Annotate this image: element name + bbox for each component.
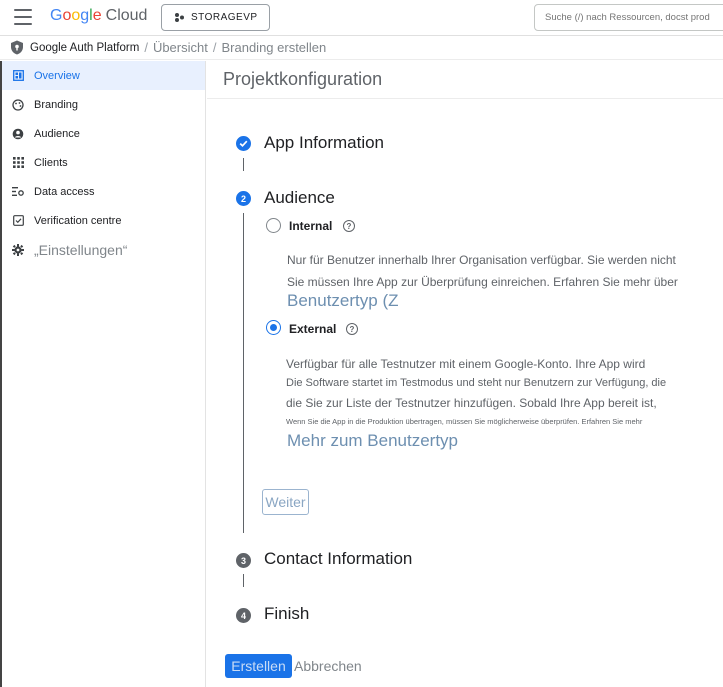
step-label-contact-information[interactable]: Contact Information xyxy=(264,549,412,569)
internal-description-line2: Sie müssen Ihre App zur Überprüfung einr… xyxy=(287,275,678,289)
breadcrumb-overview[interactable]: Übersicht xyxy=(153,40,208,55)
hamburger-menu-icon[interactable] xyxy=(14,9,32,25)
sidebar-item-audience[interactable]: Audience xyxy=(2,119,205,148)
project-icon xyxy=(175,13,184,22)
project-label: STORAGEVP xyxy=(191,12,258,23)
step-connector xyxy=(243,213,244,533)
data-access-icon xyxy=(12,186,24,198)
breadcrumb-root[interactable]: Google Auth Platform xyxy=(30,42,139,54)
sidebar-item-label: Clients xyxy=(34,156,68,169)
internal-description-line1: Nur für Benutzer innerhalb Ihrer Organis… xyxy=(287,253,676,267)
external-description-line3: die Sie zur Liste der Testnutzer hinzufü… xyxy=(286,396,657,410)
sidebar: Overview Branding Audience Clients Data … xyxy=(0,61,206,687)
sidebar-item-label: Branding xyxy=(34,98,79,111)
google-cloud-logo[interactable]: Google Cloud xyxy=(50,7,147,25)
step-label-audience[interactable]: Audience xyxy=(264,188,335,208)
step-number-4: 4 xyxy=(236,608,251,623)
breadcrumb-branding-create: Branding erstellen xyxy=(221,40,327,55)
sidebar-item-overview[interactable]: Overview xyxy=(2,61,205,90)
palette-icon xyxy=(12,98,24,111)
shield-icon xyxy=(11,40,23,55)
external-description-line2: Die Software startet im Testmodus und st… xyxy=(286,377,667,389)
next-button[interactable]: Weiter xyxy=(262,489,309,515)
sidebar-item-label: Verification centre xyxy=(34,214,122,227)
sidebar-item-label: Overview xyxy=(34,69,80,82)
breadcrumb: Google Auth Platform / Übersicht / Brand… xyxy=(0,36,723,60)
sidebar-item-clients[interactable]: Clients xyxy=(2,148,205,177)
cancel-button[interactable]: Abbrechen xyxy=(294,654,362,678)
step-label-finish[interactable]: Finish xyxy=(264,604,309,624)
step-number-3: 3 xyxy=(236,553,251,568)
breadcrumb-separator: / xyxy=(212,40,217,55)
sidebar-item-verification-centre[interactable]: Verification centre xyxy=(2,206,205,235)
divider xyxy=(207,98,723,99)
search-input[interactable] xyxy=(534,4,723,31)
project-picker-button[interactable]: STORAGEVP xyxy=(161,4,270,31)
sidebar-item-data-access[interactable]: Data access xyxy=(2,177,205,206)
step-connector xyxy=(243,158,244,171)
breadcrumb-separator: / xyxy=(144,40,148,55)
step-done-check-icon xyxy=(236,136,251,151)
page-title: Projektkonfiguration xyxy=(223,69,383,89)
sidebar-item-settings[interactable]: „Einstellungen“ xyxy=(2,235,205,264)
help-icon[interactable]: ? xyxy=(346,323,358,335)
internal-radio[interactable] xyxy=(266,218,281,233)
checkbox-icon xyxy=(12,215,24,227)
internal-label[interactable]: Internal xyxy=(289,219,332,233)
external-radio[interactable] xyxy=(266,320,281,335)
person-icon xyxy=(12,128,24,140)
main-content: Projektkonfiguration App Information 2 A… xyxy=(207,61,723,687)
step-label-app-information[interactable]: App Information xyxy=(264,133,384,153)
internal-user-type-link[interactable]: Benutzertyp (Z xyxy=(287,291,399,311)
step-number-2: 2 xyxy=(236,191,251,206)
grid-icon xyxy=(12,157,24,169)
help-icon[interactable]: ? xyxy=(343,220,355,232)
step-connector xyxy=(243,574,244,587)
top-app-bar: Google Cloud STORAGEVP xyxy=(0,0,723,36)
gear-icon xyxy=(12,243,24,256)
external-description-line4: Wenn Sie die App in die Produktion übert… xyxy=(286,417,643,426)
sidebar-item-branding[interactable]: Branding xyxy=(2,90,205,119)
dashboard-icon xyxy=(12,70,24,82)
create-button[interactable]: Erstellen xyxy=(225,654,292,678)
external-user-type-link[interactable]: Mehr zum Benutzertyp xyxy=(287,431,458,451)
sidebar-item-label: Data access xyxy=(34,185,95,198)
sidebar-item-label: Audience xyxy=(34,127,80,140)
external-description-line1: Verfügbar für alle Testnutzer mit einem … xyxy=(286,357,646,371)
external-label[interactable]: External xyxy=(289,322,336,336)
sidebar-item-label: „Einstellungen“ xyxy=(34,241,128,258)
